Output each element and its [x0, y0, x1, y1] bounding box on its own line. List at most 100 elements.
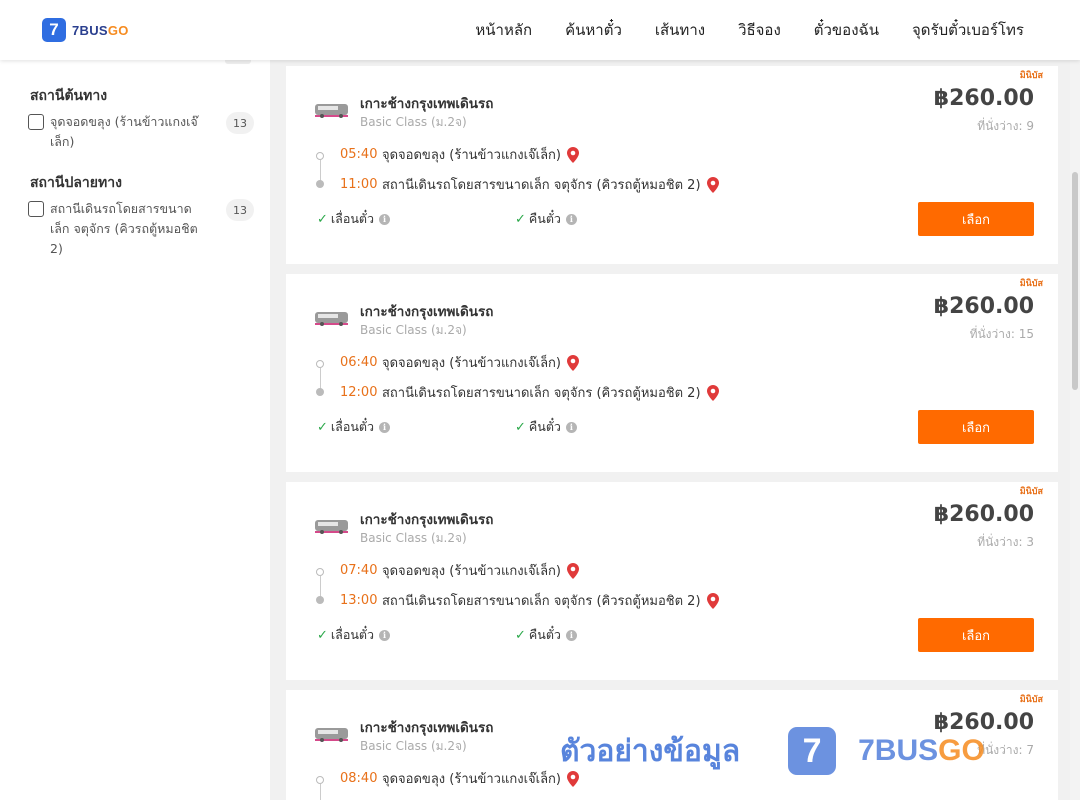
origin-filter-option[interactable]: จุดจอดขลุง (ร้านข้าวแกงเจ๊เล็ก) 13: [28, 112, 258, 152]
origin-count-badge: 13: [226, 112, 254, 134]
route-timeline: [316, 774, 324, 800]
route-timeline: [316, 150, 324, 188]
map-pin-icon[interactable]: [706, 176, 719, 193]
trip-card: มินิบัส เกาะช้างกรุงเทพเดินรถ Basic Clas…: [286, 482, 1058, 680]
reschedule-label: เลื่อนตั๋ว: [330, 419, 375, 434]
destination-option-label: สถานีเดินรถโดยสารขนาดเล็ก จตุจักร (คิวรถ…: [50, 201, 198, 256]
destination-checkbox[interactable]: [28, 201, 44, 217]
refund-label: คืนตั๋ว: [528, 419, 561, 434]
route-timeline: [316, 566, 324, 604]
arrival-time: 13:00: [340, 593, 378, 608]
refund-label: คืนตั๋ว: [528, 211, 561, 226]
page-scrollbar[interactable]: [1070, 60, 1080, 800]
select-trip-button[interactable]: เลือก: [918, 410, 1034, 444]
route-timeline: [316, 358, 324, 396]
nav-how-to-book[interactable]: วิธีจอง: [738, 18, 781, 42]
arrival-stop: 11:00 สถานีเดินรถโดยสารขนาดเล็ก จตุจักร …: [340, 174, 719, 195]
departure-station: จุดจอดขลุง (ร้านข้าวแกงเจ๊เล็ก): [382, 148, 561, 163]
destination-filter-option[interactable]: สถานีเดินรถโดยสารขนาดเล็ก จตุจักร (คิวรถ…: [28, 199, 258, 259]
info-icon[interactable]: i: [379, 213, 391, 225]
filter-sidebar: [0, 60, 270, 800]
map-pin-icon[interactable]: [567, 562, 579, 579]
bus-class: Basic Class (ม.2จ): [360, 323, 467, 337]
bus-company-logo-icon: [315, 312, 348, 326]
logo-text: 7BUSGO: [72, 22, 129, 38]
arrival-station: สถานีเดินรถโดยสารขนาดเล็ก จตุจักร (คิวรถ…: [382, 386, 701, 401]
info-icon[interactable]: i: [565, 421, 577, 433]
sidebar-scroll-stub: [225, 60, 251, 64]
info-icon[interactable]: i: [565, 629, 577, 641]
operator-name: เกาะช้างกรุงเทพเดินรถ: [360, 512, 494, 528]
departure-time: 07:40: [340, 563, 378, 578]
vehicle-type-tag: มินิบัส: [1019, 71, 1043, 81]
departure-station: จุดจอดขลุง (ร้านข้าวแกงเจ๊เล็ก): [382, 356, 561, 371]
departure-station: จุดจอดขลุง (ร้านข้าวแกงเจ๊เล็ก): [382, 564, 561, 579]
check-icon: ✓: [515, 211, 526, 227]
info-icon[interactable]: i: [379, 629, 391, 641]
seats-available: ที่นั่งว่าง: 7: [977, 743, 1034, 757]
scrollbar-thumb[interactable]: [1072, 172, 1078, 390]
seats-available: ที่นั่งว่าง: 3: [977, 535, 1034, 549]
trip-card: มินิบัส เกาะช้างกรุงเทพเดินรถ Basic Clas…: [286, 66, 1058, 264]
sample-data-watermark: ตัวอย่างข้อมูล 7 7BUSGO: [560, 724, 985, 778]
vehicle-type-tag: มินิบัส: [1019, 487, 1043, 497]
operator-name: เกาะช้างกรุงเทพเดินรถ: [360, 96, 494, 112]
select-trip-button[interactable]: เลือก: [918, 202, 1034, 236]
departure-station: จุดจอดขลุง (ร้านข้าวแกงเจ๊เล็ก): [382, 772, 561, 787]
departure-time: 08:40: [340, 771, 378, 786]
arrival-stop: 13:00 สถานีเดินรถโดยสารขนาดเล็ก จตุจักร …: [340, 590, 719, 611]
arrival-time: 11:00: [340, 177, 378, 192]
reschedule-label: เลื่อนตั๋ว: [330, 211, 375, 226]
map-pin-icon[interactable]: [567, 354, 579, 371]
check-icon: ✓: [317, 211, 328, 227]
check-icon: ✓: [515, 627, 526, 643]
nav-ticket-pickup[interactable]: จุดรับตั๋วเบอร์โทร: [912, 18, 1024, 42]
nav-search-tickets[interactable]: ค้นหาตั๋ว: [565, 18, 622, 42]
origin-checkbox[interactable]: [28, 114, 44, 130]
departure-time: 05:40: [340, 147, 378, 162]
ticket-price: ฿260.00: [933, 294, 1034, 319]
vehicle-type-tag: มินิบัส: [1019, 279, 1043, 289]
check-icon: ✓: [317, 419, 328, 435]
nav-routes[interactable]: เส้นทาง: [655, 18, 705, 42]
logo-mark: 7: [42, 18, 66, 42]
bus-company-logo-icon: [315, 520, 348, 534]
trip-card: มินิบัส เกาะช้างกรุงเทพเดินรถ Basic Clas…: [286, 274, 1058, 472]
select-trip-button[interactable]: เลือก: [918, 618, 1034, 652]
departure-stop: 06:40 จุดจอดขลุง (ร้านข้าวแกงเจ๊เล็ก): [340, 352, 579, 373]
origin-option-label: จุดจอดขลุง (ร้านข้าวแกงเจ๊เล็ก): [50, 114, 198, 149]
destination-filter-title: สถานีปลายทาง: [30, 175, 122, 191]
arrival-stop: 12:00 สถานีเดินรถโดยสารขนาดเล็ก จตุจักร …: [340, 382, 719, 403]
bus-company-logo-icon: [315, 728, 348, 742]
nav-home[interactable]: หน้าหลัก: [475, 18, 532, 42]
arrival-station: สถานีเดินรถโดยสารขนาดเล็ก จตุจักร (คิวรถ…: [382, 594, 701, 609]
watermark-logo-mark: 7: [788, 727, 837, 775]
site-logo[interactable]: 7 7BUSGO: [42, 18, 129, 42]
departure-time: 06:40: [340, 355, 378, 370]
check-icon: ✓: [317, 627, 328, 643]
map-pin-icon[interactable]: [567, 146, 579, 163]
vehicle-type-tag: มินิบัส: [1019, 695, 1043, 705]
operator-name: เกาะช้างกรุงเทพเดินรถ: [360, 304, 494, 320]
arrival-time: 12:00: [340, 385, 378, 400]
top-header: 7 7BUSGO หน้าหลัก ค้นหาตั๋ว เส้นทาง วิธี…: [0, 0, 1080, 60]
info-icon[interactable]: i: [565, 213, 577, 225]
operator-name: เกาะช้างกรุงเทพเดินรถ: [360, 720, 494, 736]
arrival-station: สถานีเดินรถโดยสารขนาดเล็ก จตุจักร (คิวรถ…: [382, 178, 701, 193]
main-nav: หน้าหลัก ค้นหาตั๋ว เส้นทาง วิธีจอง ตั๋วข…: [475, 0, 1024, 60]
destination-count-badge: 13: [226, 199, 254, 221]
map-pin-icon[interactable]: [706, 384, 719, 401]
map-pin-icon[interactable]: [706, 592, 719, 609]
departure-stop: 07:40 จุดจอดขลุง (ร้านข้าวแกงเจ๊เล็ก): [340, 560, 579, 581]
reschedule-feature: ✓ เลื่อนตั๋ว i: [317, 417, 391, 437]
refund-label: คืนตั๋ว: [528, 627, 561, 642]
seats-available: ที่นั่งว่าง: 9: [977, 119, 1034, 133]
ticket-price: ฿260.00: [933, 86, 1034, 111]
bus-class: Basic Class (ม.2จ): [360, 739, 467, 753]
refund-feature: ✓ คืนตั๋ว i: [515, 625, 577, 645]
nav-my-tickets[interactable]: ตั๋วของฉัน: [814, 18, 879, 42]
reschedule-label: เลื่อนตั๋ว: [330, 627, 375, 642]
reschedule-feature: ✓ เลื่อนตั๋ว i: [317, 625, 391, 645]
departure-stop: 05:40 จุดจอดขลุง (ร้านข้าวแกงเจ๊เล็ก): [340, 144, 579, 165]
info-icon[interactable]: i: [379, 421, 391, 433]
